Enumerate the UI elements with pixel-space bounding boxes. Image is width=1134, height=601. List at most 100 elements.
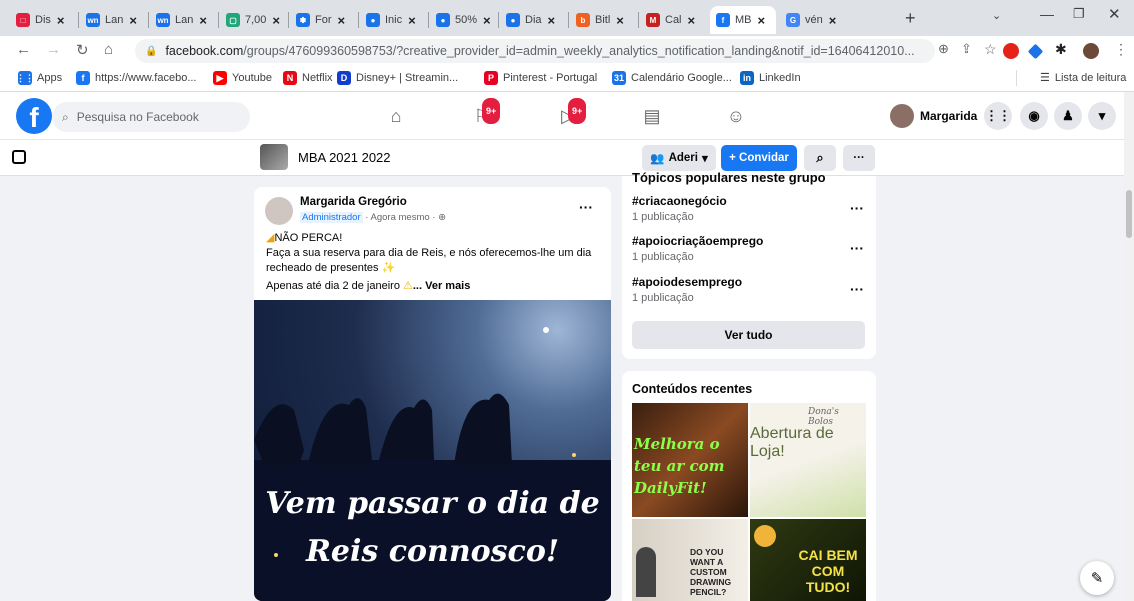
- topic-item-0[interactable]: #criacaonegócio 1 publicação: [632, 194, 727, 223]
- sparkle-icon: ✨: [381, 262, 396, 274]
- bookmark-star-icon[interactable]: ☆: [984, 41, 997, 58]
- minimize-icon[interactable]: —: [1040, 6, 1054, 22]
- browser-tab[interactable]: ● Dia ×: [500, 6, 566, 34]
- reading-list-button[interactable]: ☰ Lista de leitura: [1040, 71, 1126, 85]
- see-more-link[interactable]: ... Ver mais: [413, 280, 470, 292]
- home-icon[interactable]: ⌂: [104, 41, 113, 58]
- profile-button[interactable]: Margarida: [890, 102, 977, 130]
- tab-close-icon[interactable]: ×: [688, 13, 696, 28]
- browser-tab[interactable]: □ Dis ×: [10, 6, 76, 34]
- group-search-icon[interactable]: ⌕: [804, 145, 836, 171]
- bookmark-item[interactable]: 31 Calendário Google...: [612, 71, 732, 85]
- forward-icon[interactable]: →: [46, 41, 61, 58]
- reload-icon[interactable]: ↻: [76, 41, 89, 59]
- extension-icon[interactable]: [1027, 43, 1044, 60]
- close-window-icon[interactable]: ✕: [1108, 5, 1121, 23]
- url-input[interactable]: 🔒 facebook.com/groups/476099360598753/?c…: [135, 39, 935, 63]
- messenger-icon[interactable]: ◉: [1020, 102, 1048, 130]
- tab-separator: [358, 12, 359, 28]
- group-more-button[interactable]: ···: [843, 145, 875, 171]
- tab-close-icon[interactable]: ×: [829, 13, 837, 28]
- invite-button[interactable]: + Convidar: [721, 145, 797, 171]
- adblock-extension-icon[interactable]: [1003, 43, 1019, 59]
- new-message-compose-icon[interactable]: ✎: [1080, 561, 1114, 595]
- post-options-icon[interactable]: ···: [579, 199, 593, 215]
- groups-nav-icon[interactable]: ⚐9+: [470, 98, 501, 128]
- marketplace-nav-icon[interactable]: ▤: [640, 104, 664, 128]
- tab-separator: [218, 12, 219, 28]
- back-icon[interactable]: ←: [16, 41, 31, 58]
- browser-tab[interactable]: ● Inic ×: [360, 6, 426, 34]
- community-nav-icon[interactable]: ☺: [724, 104, 748, 128]
- topic-1-options-icon[interactable]: ···: [850, 240, 864, 256]
- tab-label: Bitl: [595, 14, 611, 26]
- tab-close-icon[interactable]: ×: [57, 13, 65, 28]
- extensions-puzzle-icon[interactable]: ✱: [1055, 41, 1067, 58]
- tab-close-icon[interactable]: ×: [408, 13, 416, 28]
- topic-item-2[interactable]: #apoiodesemprego 1 publicação: [632, 275, 742, 304]
- browser-tab[interactable]: M Cal ×: [640, 6, 706, 34]
- profile-avatar-icon[interactable]: [1083, 43, 1099, 59]
- topic-0-options-icon[interactable]: ···: [850, 200, 864, 216]
- new-tab-button[interactable]: +: [905, 8, 916, 29]
- tab-close-icon[interactable]: ×: [338, 13, 346, 28]
- tab-close-icon[interactable]: ×: [758, 13, 766, 28]
- scrollbar-thumb[interactable]: [1126, 190, 1132, 238]
- facebook-search-input[interactable]: ⌕ Pesquisa no Facebook: [52, 102, 250, 132]
- browser-tab[interactable]: b Bitl ×: [570, 6, 636, 34]
- watch-nav-icon[interactable]: ▷9+: [556, 98, 587, 128]
- account-chevron-down-icon[interactable]: ▾: [1088, 102, 1116, 130]
- recent-thumb-1[interactable]: Melhora o teu ar com DailyFit!: [632, 403, 748, 517]
- bookmark-label: Netflix: [302, 72, 333, 84]
- browser-tab[interactable]: ❃ For ×: [290, 6, 356, 34]
- recent-thumb-3[interactable]: DO YOU WANT A CUSTOM DRAWING PENCIL?: [632, 519, 748, 601]
- post-author-name[interactable]: Margarida Gregório: [300, 196, 407, 208]
- browser-tab[interactable]: ▢ 7,00 ×: [220, 6, 286, 34]
- tab-label: MB: [735, 14, 752, 26]
- post-image[interactable]: Vem passar o dia de Reis connosco!: [254, 300, 611, 601]
- tab-favicon-icon: ●: [506, 13, 520, 27]
- tab-close-icon[interactable]: ×: [483, 13, 491, 28]
- see-all-topics-button[interactable]: Ver tudo: [632, 321, 865, 349]
- facebook-logo-icon[interactable]: f: [16, 98, 52, 134]
- browser-tab[interactable]: Gvén ×: [780, 6, 846, 34]
- browser-tab[interactable]: wn Lan ×: [150, 6, 216, 34]
- post-image-text-line2: Reis connosco!: [306, 534, 559, 569]
- topic-item-1[interactable]: #apoiocriaçãoemprego 1 publicação: [632, 234, 763, 263]
- bookmark-item[interactable]: N Netflix: [283, 71, 333, 85]
- tab-close-icon[interactable]: ×: [548, 13, 556, 28]
- zoom-icon[interactable]: ⊕: [938, 41, 949, 57]
- home-nav-icon[interactable]: ⌂: [384, 104, 408, 128]
- bookmark-item[interactable]: P Pinterest - Portugal: [484, 71, 597, 85]
- chrome-menu-icon[interactable]: ⋮: [1114, 41, 1128, 58]
- bookmark-item[interactable]: ▶ Youtube: [213, 71, 272, 85]
- topic-2-options-icon[interactable]: ···: [850, 281, 864, 297]
- sidebar-toggle-icon[interactable]: [12, 150, 26, 164]
- joined-label: Aderi: [668, 152, 698, 164]
- share-icon[interactable]: ⇪: [961, 41, 972, 57]
- post-time[interactable]: · Agora mesmo ·: [365, 212, 435, 223]
- browser-tab[interactable]: ● 50% ×: [430, 6, 496, 34]
- tab-close-icon[interactable]: ×: [199, 13, 207, 28]
- bookmark-item[interactable]: f https://www.facebo...: [76, 71, 197, 85]
- joined-button[interactable]: 👥 Aderi ▾: [642, 145, 716, 171]
- bookmark-item[interactable]: D Disney+ | Streamin...: [337, 71, 458, 85]
- group-cover-thumbnail[interactable]: [260, 144, 288, 170]
- recent-thumb-4[interactable]: CAI BEM COM TUDO!: [750, 519, 866, 601]
- browser-tab[interactable]: wn Lan ×: [80, 6, 146, 34]
- tab-close-icon[interactable]: ×: [272, 13, 280, 28]
- tab-close-icon[interactable]: ×: [616, 13, 624, 28]
- restore-icon[interactable]: ❐: [1073, 6, 1085, 22]
- browser-tab[interactable]: f MB ×: [710, 6, 776, 34]
- bookmark-item[interactable]: ⋮⋮ Apps: [16, 71, 62, 85]
- tab-close-icon[interactable]: ×: [129, 13, 137, 28]
- recent-thumb-2[interactable]: Dona's Bolos Abertura de Loja!: [750, 403, 866, 517]
- bookmark-item[interactable]: in LinkedIn: [740, 71, 801, 85]
- page-scrollbar[interactable]: [1124, 92, 1134, 601]
- tab-search-icon[interactable]: ⌄: [992, 9, 1001, 22]
- menu-grid-icon[interactable]: ⋮⋮: [984, 102, 1012, 130]
- groups-badge: 9+: [482, 98, 501, 124]
- notifications-bell-icon[interactable]: ♟: [1054, 102, 1082, 130]
- bookmark-icon: N: [283, 71, 297, 85]
- post-author-avatar[interactable]: [265, 197, 293, 225]
